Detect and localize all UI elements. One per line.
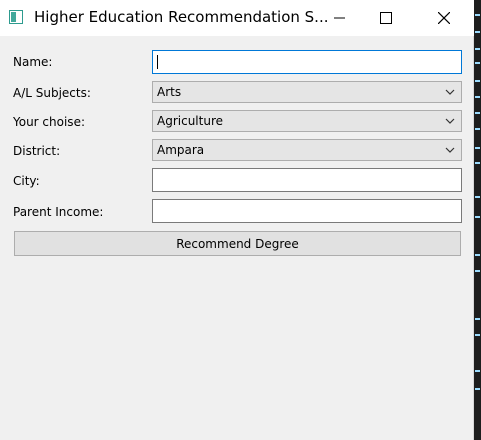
- chevron-down-icon: [445, 147, 455, 153]
- title-bar[interactable]: Higher Education Recommendation S...: [0, 0, 474, 36]
- district-select[interactable]: Ampara: [152, 139, 462, 161]
- income-field[interactable]: [152, 199, 462, 223]
- chevron-down-icon: [445, 89, 455, 95]
- maximize-icon: [380, 12, 392, 24]
- city-field[interactable]: [152, 168, 462, 192]
- chevron-down-icon: [445, 118, 455, 124]
- app-window: Higher Education Recommendation S... Nam…: [0, 0, 474, 440]
- minimize-button[interactable]: [317, 0, 363, 36]
- app-icon: [9, 10, 23, 24]
- income-label: Parent Income:: [13, 205, 104, 219]
- close-icon: [438, 12, 450, 24]
- subjects-select[interactable]: Arts: [152, 81, 462, 103]
- subjects-label: A/L Subjects:: [13, 86, 91, 100]
- minimize-icon: [334, 17, 345, 19]
- choise-select[interactable]: Agriculture: [152, 110, 462, 132]
- city-label: City:: [13, 174, 40, 188]
- background-editor: [474, 0, 481, 440]
- window-title: Higher Education Recommendation S...: [34, 8, 329, 26]
- close-button[interactable]: [421, 0, 467, 36]
- district-selected-value: Ampara: [157, 143, 205, 157]
- recommend-degree-button[interactable]: Recommend Degree: [14, 231, 461, 256]
- name-label: Name:: [13, 55, 53, 69]
- district-label: District:: [13, 144, 61, 158]
- choise-selected-value: Agriculture: [157, 114, 223, 128]
- subjects-selected-value: Arts: [157, 85, 182, 99]
- maximize-button[interactable]: [363, 0, 409, 36]
- name-field[interactable]: [152, 50, 462, 74]
- choise-label: Your choise:: [13, 115, 85, 129]
- text-caret: [157, 55, 158, 69]
